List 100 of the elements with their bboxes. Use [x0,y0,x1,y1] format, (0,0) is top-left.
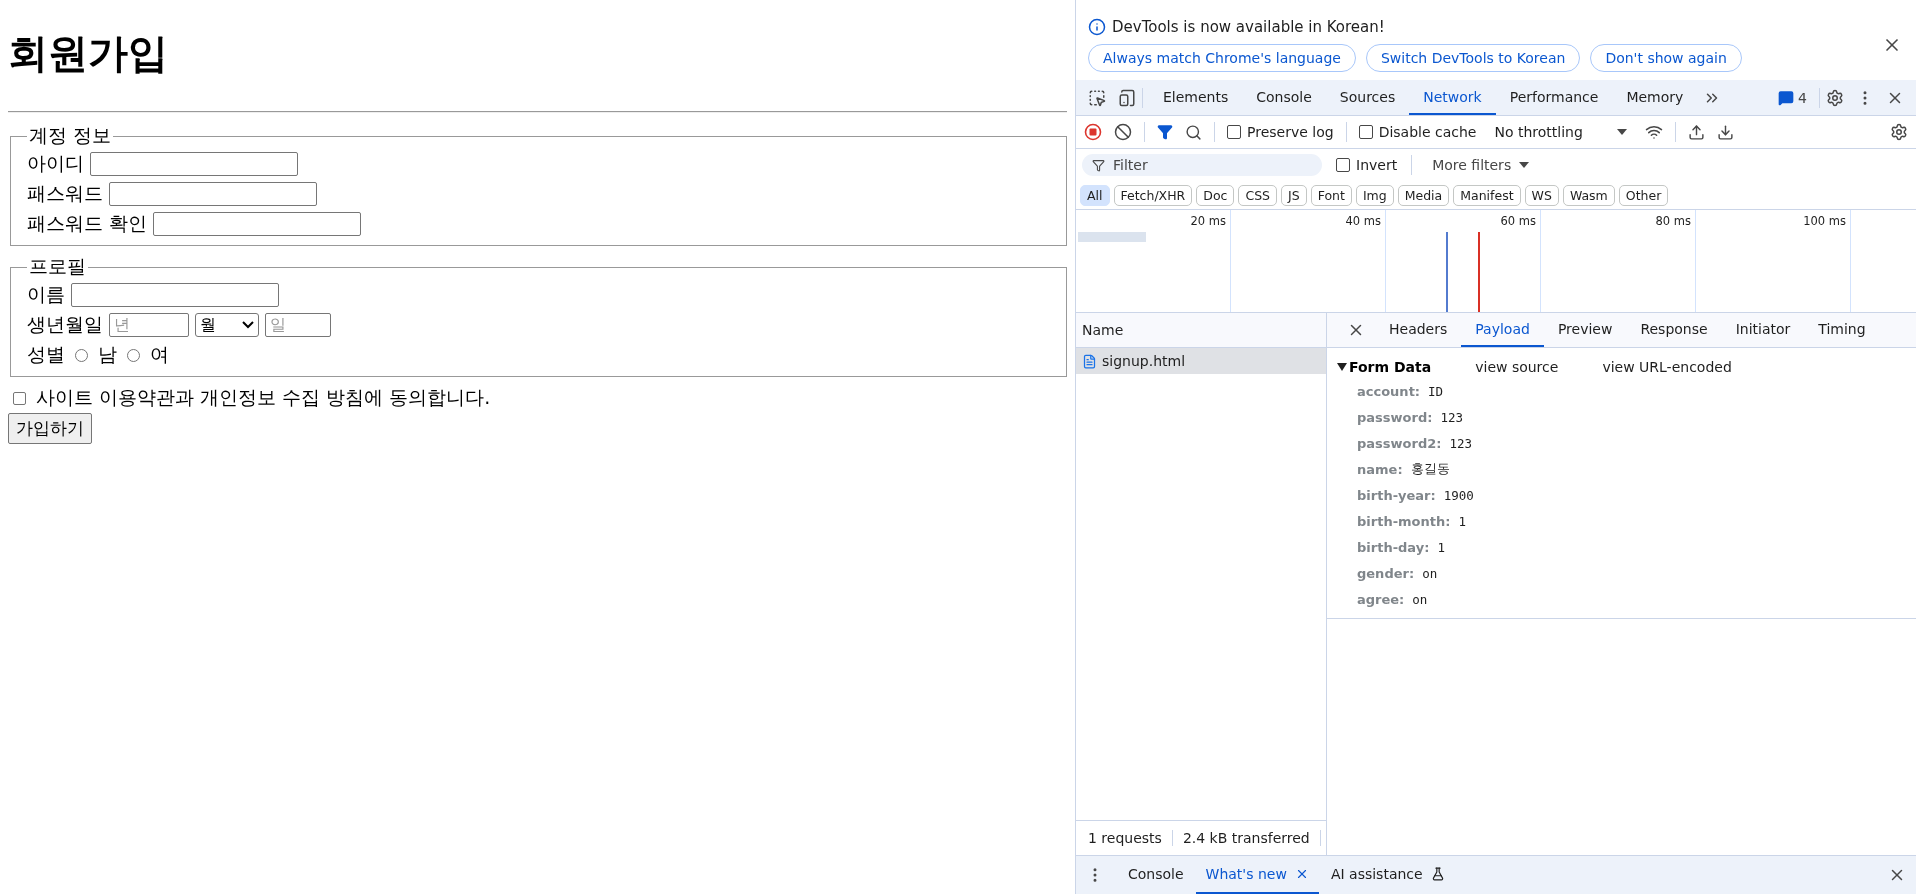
field-label: 아이디 [27,151,84,176]
text-input[interactable] [90,152,298,176]
type-filter-chip[interactable]: Doc [1196,184,1235,206]
detail-tab[interactable]: Initiator [1721,313,1805,347]
drawer-tab[interactable]: AI assistance [1320,856,1455,894]
chevron-down-icon [242,321,254,329]
radio-button[interactable] [75,348,88,362]
timeline-tick: 80 ms [1655,214,1691,230]
radio-label: 여 [150,342,169,367]
filter-icon[interactable] [1157,124,1173,140]
panel-tab[interactable]: Console [1242,80,1326,115]
type-filter-chip[interactable]: Img [1355,184,1394,206]
preserve-log-checkbox[interactable]: Preserve log [1227,124,1334,140]
detail-tab[interactable]: Headers [1375,313,1462,347]
invert-checkbox[interactable]: Invert [1336,157,1398,173]
panel-tab[interactable]: Network [1409,80,1496,115]
type-filter-chip[interactable]: CSS [1238,184,1278,206]
type-filter-chip[interactable]: Other [1618,184,1669,206]
search-icon[interactable] [1185,123,1202,141]
detail-tab[interactable]: Timing [1804,313,1880,347]
view-link[interactable]: view URL-encoded [1602,359,1732,375]
field-value: ID [1428,383,1444,399]
field-value: on [1422,565,1438,581]
column-header: Name [1082,322,1124,338]
panel-tab[interactable]: Performance [1495,80,1613,115]
view-link[interactable]: view source [1475,359,1559,375]
radio-button[interactable] [127,348,140,362]
type-filter-chip[interactable]: Fetch/XHR [1113,184,1193,206]
request-row[interactable]: signup.html [1076,348,1326,374]
field-value: on [1412,591,1428,607]
filter-icon [1092,158,1105,172]
detail-tab[interactable]: Response [1626,313,1722,347]
upload-icon[interactable] [1687,123,1705,141]
drawer-tab[interactable]: Console [1118,856,1194,894]
info-icon [1088,18,1106,36]
timeline-tick: 60 ms [1500,214,1536,230]
field-label: 이름 [27,282,65,307]
agree-checkbox[interactable] [13,391,26,405]
info-message: DevTools is now available in Korean! [1112,18,1385,36]
throttling-dropdown[interactable]: No throttling [1488,123,1633,141]
text-input[interactable] [71,283,279,307]
type-filter-chip[interactable]: WS [1524,184,1559,206]
request-name: signup.html [1102,353,1186,369]
infobar-button[interactable]: Don't show again [1590,44,1742,72]
settings-icon[interactable] [1890,123,1908,141]
issues-button[interactable]: 4 [1772,88,1813,107]
month-select[interactable]: 월 [195,313,259,337]
flask-icon [1430,867,1445,881]
submit-button[interactable]: 가입하기 [8,413,92,444]
text-input[interactable] [153,212,362,236]
record-icon[interactable] [1084,123,1102,141]
field-key: gender: [1357,565,1415,581]
drawer-tab[interactable]: What's new [1195,856,1319,894]
field-key: account: [1357,383,1421,399]
field-key: birth-day: [1357,539,1430,555]
timeline-tick: 20 ms [1190,214,1226,230]
network-conditions-icon[interactable] [1644,123,1663,141]
type-filter-chip[interactable]: JS [1281,184,1307,206]
fieldset-legend: 계정 정보 [27,123,114,149]
status-text: 1 requests [1082,830,1173,846]
document-icon [1082,353,1097,369]
timeline-tick: 40 ms [1345,214,1381,230]
year-input[interactable]: 년 [109,313,189,337]
filter-field[interactable]: Filter [1082,154,1322,176]
panel-tab[interactable]: Sources [1325,80,1410,115]
field-value: 123 [1449,435,1473,451]
field-key: birth-year: [1357,487,1436,503]
detail-tab[interactable]: Preview [1543,313,1627,347]
field-value: 1 [1437,539,1445,555]
panel-tab[interactable]: Elements [1149,80,1243,115]
field-label: 생년월일 [27,312,103,337]
field-key: name: [1357,461,1403,477]
type-filter-chip[interactable]: Manifest [1453,184,1521,206]
radio-label: 남 [98,342,117,367]
type-filter-chip[interactable]: Font [1310,184,1352,206]
more-filters-dropdown[interactable]: More filters [1426,156,1536,174]
inspect-icon[interactable] [1088,88,1106,107]
panel-tab[interactable]: Memory [1612,80,1698,115]
type-filter-chip[interactable]: All [1080,184,1110,206]
download-icon[interactable] [1716,123,1734,141]
expand-triangle-icon [1337,363,1347,371]
type-filter-chip[interactable]: Wasm [1562,184,1615,206]
device-toolbar-icon[interactable] [1118,88,1136,107]
fieldset-legend: 프로필 [27,254,88,280]
infobar-button[interactable]: Switch DevTools to Korean [1365,44,1581,72]
type-filter-chip[interactable]: Media [1397,184,1450,206]
field-key: birth-month: [1357,513,1451,529]
section-header[interactable]: Form Data [1337,359,1432,375]
settings-icon[interactable] [1826,88,1844,107]
field-key: password2: [1357,435,1442,451]
text-input[interactable] [109,182,317,206]
infobar-button[interactable]: Always match Chrome's language [1088,44,1356,72]
field-label: 성별 [27,342,65,367]
disable-cache-checkbox[interactable]: Disable cache [1358,124,1477,140]
clear-icon[interactable] [1114,123,1132,141]
field-value: 123 [1440,409,1463,425]
dropdown-arrow-icon [1616,129,1627,135]
detail-tab[interactable]: Payload [1461,313,1544,347]
day-input[interactable]: 일 [265,313,331,337]
field-key: password: [1357,409,1433,425]
